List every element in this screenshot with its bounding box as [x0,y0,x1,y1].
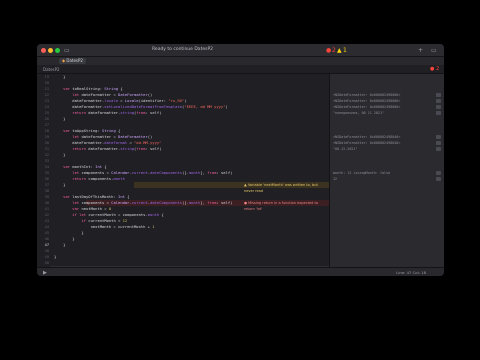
code-line[interactable]: } [54,116,65,122]
add-icon[interactable]: + [418,47,423,54]
code-line[interactable]: } [54,182,65,188]
code-editor[interactable]: ▲ Variable 'nextMonth' was written to, b… [50,74,329,272]
result-value: "06-12-2021" [333,147,358,151]
breadcrumb[interactable]: DatesP2 [43,67,60,72]
error-icon[interactable]: ● [326,47,331,54]
line-number: 50 [44,261,49,265]
quick-look-icon[interactable] [436,93,441,97]
swift-file-icon: ◆ [62,58,66,63]
warning-icon[interactable]: ▲ [337,47,342,54]
activity-status: Ready to continue DatesP2 [152,47,214,52]
quick-look-icon[interactable] [436,111,441,115]
quick-look-icon[interactable] [436,141,441,145]
line-number-gutter: 19 20 21 22 23 24 25 26 27 28 29 30 31 32 33 34 35 36 37 38… [37,74,50,267]
tab-datesp2[interactable]: ◆ DatesP2 [59,58,86,64]
code-line[interactable]: return dateFormatter.string(from: self) [54,110,161,116]
quick-look-icon[interactable] [436,99,441,103]
quick-look-icon[interactable] [436,171,441,175]
inspector-toggle-icon[interactable]: ▭ [431,47,437,54]
minimize-window-button[interactable] [48,48,53,53]
warning-count[interactable]: 1 [343,47,347,54]
quick-look-icon[interactable] [436,177,441,181]
cursor-position: Line: 47 Col: 18 [396,270,426,275]
results-sidebar: <NSDateFormatter: 0x600002498000> <NSDate… [329,74,444,267]
tab-label: DatesP2 [66,58,83,63]
jump-bar: DatesP2 ● 2 [37,65,444,74]
warning-message[interactable]: ▲ Variable 'nextMonth' was written to, b… [242,182,329,193]
error-count[interactable]: 2 [332,47,336,54]
code-line[interactable]: } [54,152,65,158]
code-line[interactable]: return dateFormatter.string(from: self) [54,146,161,152]
quick-look-icon[interactable] [436,135,441,139]
title-bar: ▭ Ready to continue DatesP2 ● 2 ▲ 1 + ▭ [37,44,444,57]
run-playground-icon[interactable]: ▶ [43,270,47,276]
result-value: month: 12 isLeapMonth: false [333,171,391,175]
quick-look-icon[interactable] [436,147,441,151]
code-line[interactable]: } [54,74,65,80]
result-value: "понедельник, 06 11 2021" [333,111,385,115]
zoom-window-button[interactable] [55,48,60,53]
sidebar-toggle-icon[interactable]: ▭ [64,47,70,54]
issue-indicator-icon[interactable]: ● 2 [430,66,439,72]
debug-bar: ▶ Line: 47 Col: 18 [37,267,444,276]
code-line[interactable]: } [54,242,65,248]
quick-look-icon[interactable] [436,105,441,109]
code-line[interactable]: } [54,254,56,260]
xcode-window: ▭ Ready to continue DatesP2 ● 2 ▲ 1 + ▭ … [37,44,444,276]
result-value: 12 [333,177,338,181]
close-window-button[interactable] [41,48,46,53]
tab-bar: ◆ DatesP2 [37,57,444,65]
error-message[interactable]: ● Missing return in a function expected … [242,200,329,211]
